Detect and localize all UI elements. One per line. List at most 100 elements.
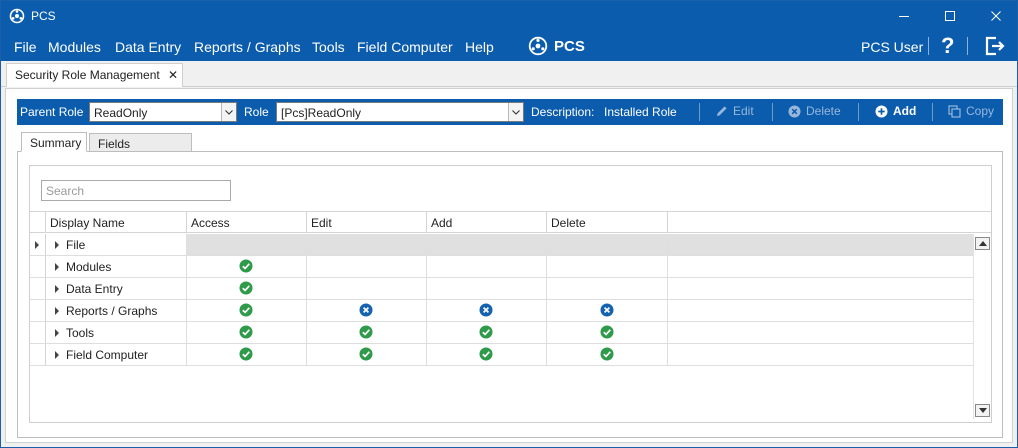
access-cell[interactable] <box>187 256 307 277</box>
menu-tools[interactable]: Tools <box>312 39 345 55</box>
role-select[interactable]: [Pcs]ReadOnly <box>276 102 524 122</box>
toolbar-separator <box>932 103 933 121</box>
menu-reports-graphs[interactable]: Reports / Graphs <box>194 39 301 55</box>
table-row[interactable]: Reports / Graphs <box>30 300 974 322</box>
edit-cell[interactable] <box>307 344 427 365</box>
tab-fields-summary[interactable]: Fields Summary <box>89 133 192 165</box>
close-button[interactable] <box>973 1 1018 31</box>
copy-button[interactable]: Copy <box>948 104 994 118</box>
column-delete[interactable]: Delete <box>547 212 668 233</box>
brand-logo: PCS <box>528 36 585 56</box>
delete-cell[interactable] <box>547 278 668 299</box>
maximize-button[interactable] <box>927 1 973 31</box>
table-row[interactable]: File <box>30 234 974 256</box>
grid-header: Display Name Access Edit Add Delete <box>30 211 991 233</box>
edit-cell[interactable] <box>307 322 427 343</box>
edit-cell[interactable] <box>307 300 427 321</box>
expand-arrow-icon[interactable] <box>55 351 59 359</box>
column-access[interactable]: Access <box>187 212 307 233</box>
x-circle-icon <box>788 105 801 117</box>
display-name-cell[interactable]: Tools <box>46 322 187 343</box>
logout-icon[interactable] <box>984 36 1006 56</box>
menu-field-computer[interactable]: Field Computer <box>357 39 453 55</box>
maximize-icon <box>945 11 955 21</box>
x-circle-icon <box>359 303 373 317</box>
tab-security-role-management[interactable]: Security Role Management ✕ <box>6 63 183 87</box>
toolbar-separator <box>772 103 773 121</box>
access-cell[interactable] <box>187 344 307 365</box>
row-selector-icon <box>35 241 39 249</box>
delete-cell[interactable] <box>547 344 668 365</box>
minimize-button[interactable] <box>881 1 927 31</box>
edit-cell[interactable] <box>307 256 427 277</box>
expand-arrow-icon[interactable] <box>55 241 59 249</box>
display-name-cell[interactable]: Data Entry <box>46 278 187 299</box>
access-cell[interactable] <box>187 234 307 255</box>
expand-arrow-icon[interactable] <box>55 329 59 337</box>
menu-data-entry[interactable]: Data Entry <box>115 39 181 55</box>
row-header[interactable] <box>30 256 46 277</box>
row-header[interactable] <box>30 278 46 299</box>
menu-bar: File Modules Data Entry Reports / Graphs… <box>1 31 1017 61</box>
close-icon <box>991 11 1001 21</box>
expand-arrow-icon[interactable] <box>55 263 59 271</box>
parent-role-value: ReadOnly <box>94 106 148 120</box>
add-cell[interactable] <box>427 344 547 365</box>
menu-file[interactable]: File <box>14 39 37 55</box>
row-label: Field Computer <box>66 348 149 362</box>
search-input[interactable]: Search <box>41 180 231 201</box>
menu-separator <box>967 37 968 55</box>
display-name-cell[interactable]: Modules <box>46 256 187 277</box>
document-tab-strip: Security Role Management ✕ <box>1 61 1017 87</box>
title-bar: PCS <box>1 1 1017 31</box>
row-header[interactable] <box>30 344 46 365</box>
menu-modules[interactable]: Modules <box>48 39 101 55</box>
tab-close-icon[interactable]: ✕ <box>168 68 178 82</box>
edit-cell[interactable] <box>307 234 427 255</box>
display-name-cell[interactable]: Reports / Graphs <box>46 300 187 321</box>
vertical-scrollbar[interactable] <box>973 235 991 419</box>
access-cell[interactable] <box>187 300 307 321</box>
add-button[interactable]: Add <box>875 104 916 118</box>
edit-button[interactable]: Edit <box>716 104 754 118</box>
parent-role-label: Parent Role <box>20 105 84 119</box>
table-row[interactable]: Modules <box>30 256 974 278</box>
row-header[interactable] <box>30 300 46 321</box>
row-header[interactable] <box>30 234 46 255</box>
brand-name: PCS <box>554 37 585 55</box>
table-row[interactable]: Data Entry <box>30 278 974 300</box>
delete-cell[interactable] <box>547 322 668 343</box>
role-toolbar: Parent Role ReadOnly Role [Pcs]ReadOnly … <box>17 99 1003 125</box>
add-cell[interactable] <box>427 322 547 343</box>
user-name[interactable]: PCS User <box>861 39 923 55</box>
column-display-name[interactable]: Display Name <box>46 212 187 233</box>
column-add[interactable]: Add <box>427 212 547 233</box>
display-name-cell[interactable]: File <box>46 234 187 255</box>
access-cell[interactable] <box>187 278 307 299</box>
expand-arrow-icon[interactable] <box>55 307 59 315</box>
display-name-cell[interactable]: Field Computer <box>46 344 187 365</box>
scroll-up-button[interactable] <box>975 237 990 250</box>
add-cell[interactable] <box>427 300 547 321</box>
delete-cell[interactable] <box>547 256 668 277</box>
scroll-down-button[interactable] <box>975 404 990 417</box>
row-header[interactable] <box>30 322 46 343</box>
menu-help[interactable]: Help <box>465 39 494 55</box>
expand-arrow-icon[interactable] <box>55 285 59 293</box>
parent-role-select[interactable]: ReadOnly <box>89 102 237 122</box>
table-row[interactable]: Tools <box>30 322 974 344</box>
column-edit[interactable]: Edit <box>307 212 427 233</box>
minimize-icon <box>899 16 909 17</box>
tab-summary[interactable]: Summary <box>21 132 87 152</box>
help-icon[interactable]: ? <box>941 33 954 59</box>
delete-cell[interactable] <box>547 300 668 321</box>
add-cell[interactable] <box>427 234 547 255</box>
access-cell[interactable] <box>187 322 307 343</box>
add-cell[interactable] <box>427 256 547 277</box>
delete-button[interactable]: Delete <box>788 104 841 118</box>
row-label: Reports / Graphs <box>66 304 158 318</box>
table-row[interactable]: Field Computer <box>30 344 974 366</box>
delete-cell[interactable] <box>547 234 668 255</box>
add-cell[interactable] <box>427 278 547 299</box>
edit-cell[interactable] <box>307 278 427 299</box>
